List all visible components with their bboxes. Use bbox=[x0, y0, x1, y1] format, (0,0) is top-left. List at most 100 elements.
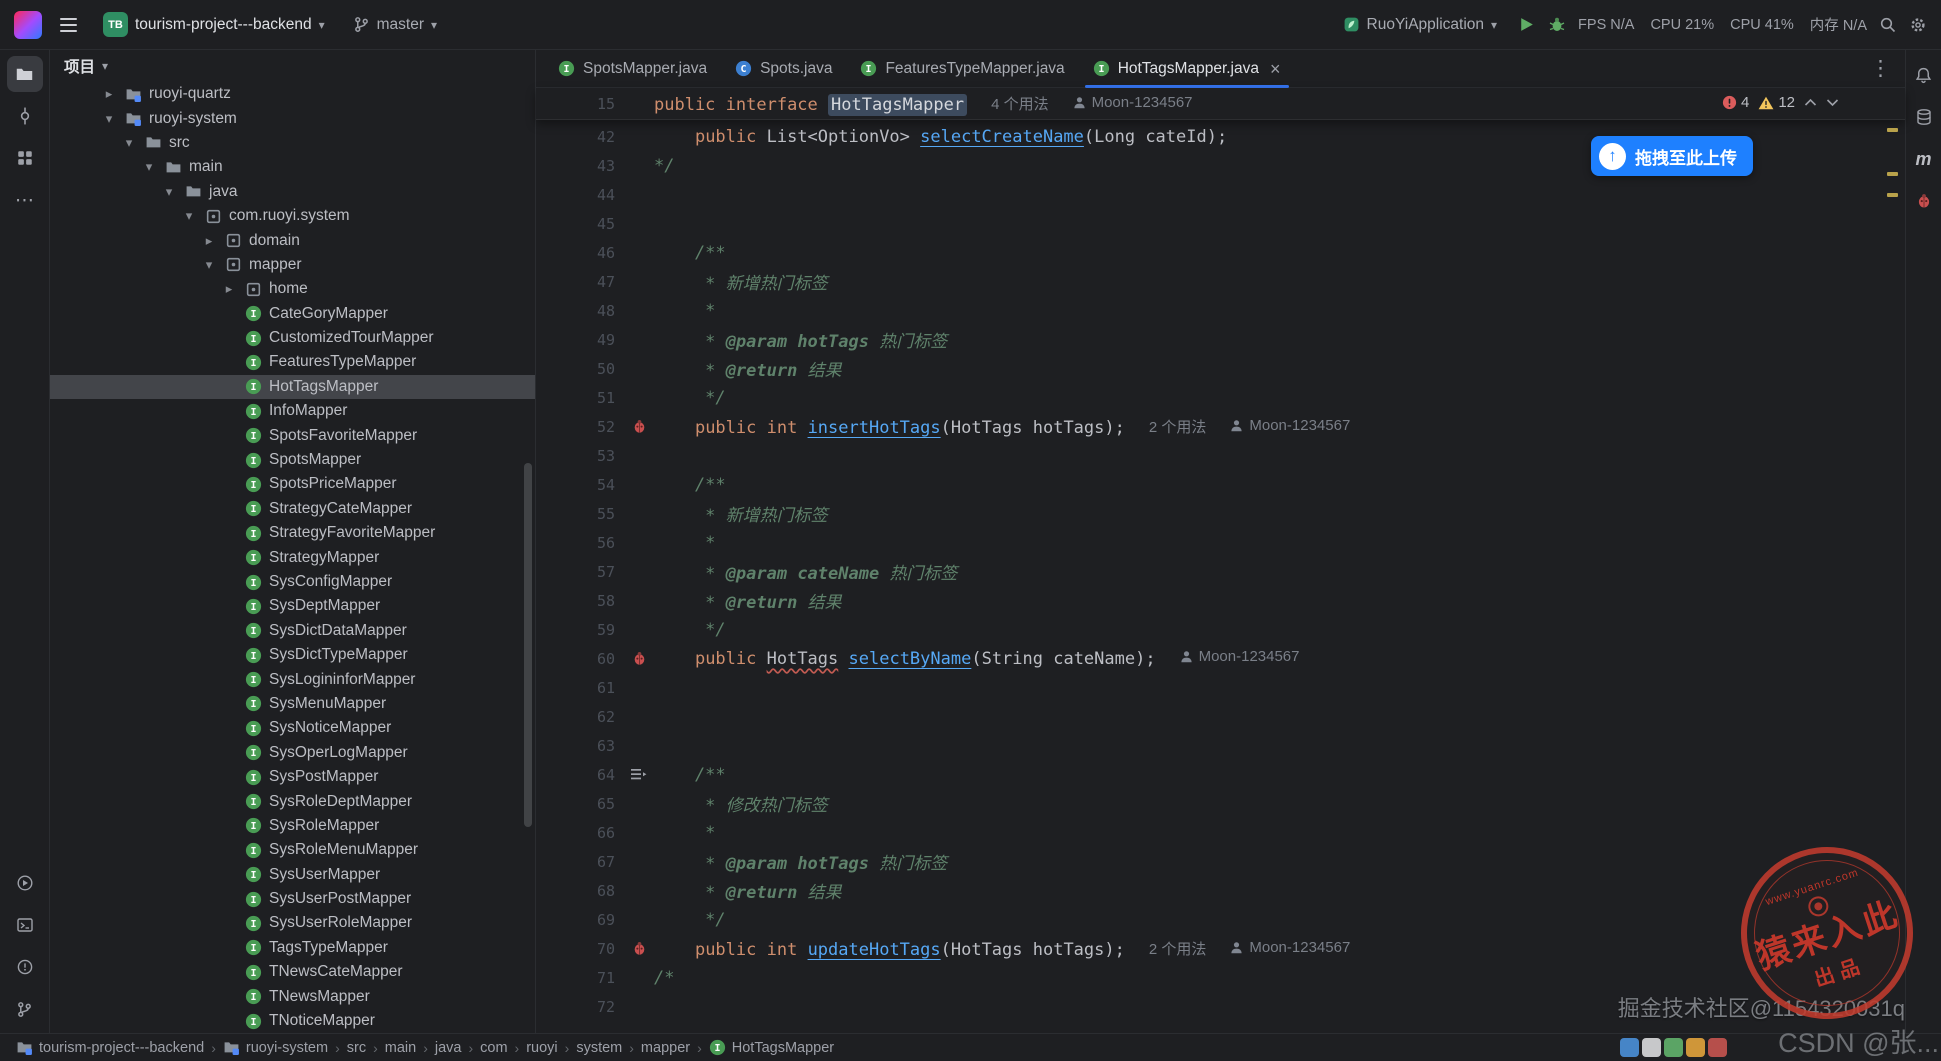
code-line-54[interactable]: 54 /** bbox=[536, 470, 1905, 499]
code-line-70[interactable]: 70 public int updateHotTags(HotTags hotT… bbox=[536, 934, 1905, 963]
database-icon[interactable] bbox=[1909, 102, 1939, 132]
usages-inlay[interactable]: 2 个用法 bbox=[1149, 416, 1207, 437]
tree-item-main[interactable]: ▾ main bbox=[50, 155, 535, 179]
code-line-62[interactable]: 62 bbox=[536, 702, 1905, 731]
chevron-right-icon[interactable]: ▸ bbox=[200, 233, 218, 249]
code-text[interactable]: * @param hotTags 热门标签 bbox=[654, 327, 947, 352]
warning-stripe-mark[interactable] bbox=[1887, 128, 1898, 132]
tree-item-SysMenuMapper[interactable]: I SysMenuMapper bbox=[50, 692, 535, 716]
code-text[interactable]: * 新增热门标签 bbox=[654, 269, 827, 294]
breadcrumb-item[interactable]: tourism-project---backend bbox=[14, 1039, 206, 1056]
ime-chip[interactable] bbox=[1620, 1038, 1639, 1057]
code-text[interactable]: */ bbox=[654, 910, 725, 930]
chevron-down-icon[interactable]: ▾ bbox=[120, 135, 138, 151]
drag-upload-button[interactable]: ↑ 拖拽至此上传 bbox=[1591, 136, 1753, 176]
tree-item-src[interactable]: ▾ src bbox=[50, 131, 535, 155]
breadcrumb-item[interactable]: system bbox=[574, 1040, 624, 1056]
code-line-47[interactable]: 47 * 新增热门标签 bbox=[536, 267, 1905, 296]
tree-item-SysRoleMapper[interactable]: I SysRoleMapper bbox=[50, 814, 535, 838]
tab-SpotsMapper.java[interactable]: I SpotsMapper.java bbox=[544, 50, 721, 87]
tree-item-FeaturesTypeMapper[interactable]: I FeaturesTypeMapper bbox=[50, 350, 535, 374]
code-text[interactable]: * bbox=[654, 823, 715, 843]
tab-FeaturesTypeMapper.java[interactable]: I FeaturesTypeMapper.java bbox=[846, 50, 1078, 87]
tree-item-SysDictDataMapper[interactable]: I SysDictDataMapper bbox=[50, 619, 535, 643]
code-text[interactable]: */ bbox=[654, 388, 725, 408]
run-config-selector[interactable]: RuoYiApplication ▾ bbox=[1335, 12, 1506, 38]
code-line-69[interactable]: 69 */ bbox=[536, 905, 1905, 934]
tree-item-StrategyCateMapper[interactable]: I StrategyCateMapper bbox=[50, 497, 535, 521]
author-inlay[interactable]: Moon-1234567 bbox=[1230, 417, 1350, 434]
code-text[interactable]: * bbox=[654, 301, 715, 321]
tree-item-StrategyMapper[interactable]: I StrategyMapper bbox=[50, 545, 535, 569]
tree-item-HotTagsMapper[interactable]: I HotTagsMapper bbox=[50, 374, 535, 400]
tree-item-SysDictTypeMapper[interactable]: I SysDictTypeMapper bbox=[50, 643, 535, 667]
plugin-bug-icon[interactable] bbox=[1909, 186, 1939, 216]
tree-item-SysRoleMenuMapper[interactable]: I SysRoleMenuMapper bbox=[50, 838, 535, 862]
tab-options-icon[interactable]: ⋮ bbox=[1856, 50, 1905, 87]
code-line-59[interactable]: 59 */ bbox=[536, 615, 1905, 644]
code-line-51[interactable]: 51 */ bbox=[536, 383, 1905, 412]
code-text[interactable]: /** bbox=[654, 475, 726, 495]
tree-item-SysDeptMapper[interactable]: I SysDeptMapper bbox=[50, 594, 535, 618]
chevron-right-icon[interactable]: ▸ bbox=[100, 86, 118, 102]
chevron-right-icon[interactable]: ▸ bbox=[220, 281, 238, 297]
tree-item-SysLogininforMapper[interactable]: I SysLogininforMapper bbox=[50, 667, 535, 691]
code-line-44[interactable]: 44 bbox=[536, 180, 1905, 209]
author-inlay[interactable]: Moon-1234567 bbox=[1230, 939, 1350, 956]
breadcrumb-item[interactable]: mapper bbox=[639, 1040, 692, 1056]
code-line-67[interactable]: 67 * @param hotTags 热门标签 bbox=[536, 847, 1905, 876]
code-line-46[interactable]: 46 /** bbox=[536, 238, 1905, 267]
inspections-widget[interactable]: 4 12 bbox=[1722, 94, 1839, 111]
code-text[interactable]: */ bbox=[654, 620, 725, 640]
chevron-down-icon[interactable]: ▾ bbox=[180, 208, 198, 224]
tree-item-SysRoleDeptMapper[interactable]: I SysRoleDeptMapper bbox=[50, 789, 535, 813]
problems-icon[interactable] bbox=[7, 949, 43, 985]
tree-item-mapper[interactable]: ▾ mapper bbox=[50, 253, 535, 277]
warning-stripe-mark[interactable] bbox=[1887, 193, 1898, 197]
code-text[interactable]: public interface HotTagsMapper 4 个用法 Moon-… bbox=[654, 93, 1193, 116]
run-button[interactable] bbox=[1517, 15, 1536, 34]
tree-item-SpotsFavoriteMapper[interactable]: I SpotsFavoriteMapper bbox=[50, 423, 535, 447]
tree-item-TNoticeMapper[interactable]: I TNoticeMapper bbox=[50, 1009, 535, 1033]
chevron-down-icon[interactable]: ▾ bbox=[100, 111, 118, 127]
code-text[interactable]: * @return 结果 bbox=[654, 356, 841, 381]
tree-item-SysUserRoleMapper[interactable]: I SysUserRoleMapper bbox=[50, 911, 535, 935]
tree-item-SysConfigMapper[interactable]: I SysConfigMapper bbox=[50, 570, 535, 594]
project-panel-header[interactable]: 项目 ▾ bbox=[50, 50, 535, 82]
tree-item-InfoMapper[interactable]: I InfoMapper bbox=[50, 399, 535, 423]
breadcrumb-item[interactable]: ruoyi-system bbox=[221, 1039, 330, 1056]
code-text[interactable]: * @param hotTags 热门标签 bbox=[654, 849, 947, 874]
author-inlay[interactable]: Moon-1234567 bbox=[1180, 648, 1300, 665]
tree-item-ruoyi-system[interactable]: ▾ ruoyi-system bbox=[50, 106, 535, 130]
usages-inlay[interactable]: 4 个用法 bbox=[991, 93, 1049, 114]
chevron-down-icon[interactable]: ▾ bbox=[160, 184, 178, 200]
breadcrumb-item[interactable]: main bbox=[383, 1040, 418, 1056]
tree-item-SysNoticeMapper[interactable]: I SysNoticeMapper bbox=[50, 716, 535, 740]
chevron-down-icon[interactable]: ▾ bbox=[140, 159, 158, 175]
code-text[interactable]: * @return 结果 bbox=[654, 878, 841, 903]
breadcrumb-item[interactable]: com bbox=[478, 1040, 509, 1056]
code-line-48[interactable]: 48 * bbox=[536, 296, 1905, 325]
code-line-50[interactable]: 50 * @return 结果 bbox=[536, 354, 1905, 383]
code-text[interactable]: * @return 结果 bbox=[654, 588, 841, 613]
code-line-60[interactable]: 60 public HotTags selectByName(String ca… bbox=[536, 644, 1905, 673]
more-icon[interactable]: ⋯ bbox=[7, 182, 43, 218]
author-inlay[interactable]: Moon-1234567 bbox=[1073, 94, 1193, 111]
tree-item-com.ruoyi.system[interactable]: ▾ com.ruoyi.system bbox=[50, 204, 535, 228]
close-tab-icon[interactable]: × bbox=[1270, 60, 1281, 78]
code-text[interactable]: public List<OptionVo> selectCreateName(L… bbox=[654, 127, 1227, 147]
maven-icon[interactable]: m bbox=[1909, 144, 1939, 174]
code-line-53[interactable]: 53 bbox=[536, 441, 1905, 470]
tree-item-SysUserMapper[interactable]: I SysUserMapper bbox=[50, 863, 535, 887]
code-line-45[interactable]: 45 bbox=[536, 209, 1905, 238]
code-line-49[interactable]: 49 * @param hotTags 热门标签 bbox=[536, 325, 1905, 354]
structure-icon[interactable] bbox=[7, 140, 43, 176]
tree-item-SpotsPriceMapper[interactable]: I SpotsPriceMapper bbox=[50, 472, 535, 496]
tree-item-TNewsCateMapper[interactable]: I TNewsCateMapper bbox=[50, 960, 535, 984]
usages-inlay[interactable]: 2 个用法 bbox=[1149, 938, 1207, 959]
code-text[interactable]: * 修改热门标签 bbox=[654, 791, 827, 816]
code-text[interactable]: public int updateHotTags(HotTags hotTags… bbox=[654, 938, 1350, 960]
tree-item-SysOperLogMapper[interactable]: I SysOperLogMapper bbox=[50, 741, 535, 765]
chevron-down-icon[interactable]: ▾ bbox=[200, 257, 218, 273]
code-line-66[interactable]: 66 * bbox=[536, 818, 1905, 847]
